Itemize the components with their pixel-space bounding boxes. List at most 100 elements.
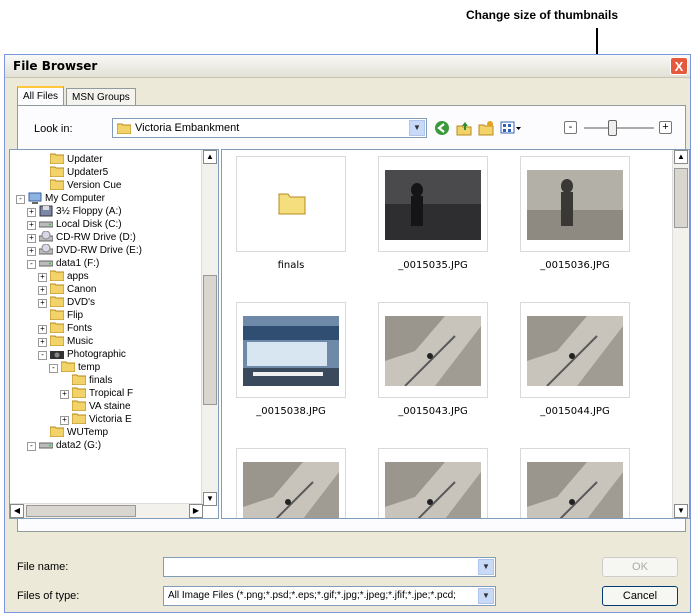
tree-item-label: apps [67, 271, 89, 282]
zoom-out-button[interactable]: - [564, 121, 577, 134]
collapse-icon[interactable]: - [27, 260, 36, 269]
back-icon[interactable] [434, 120, 450, 136]
tree-item-label: WUTemp [67, 427, 109, 438]
tree-horizontal-scrollbar[interactable]: ◀ ▶ [10, 503, 203, 518]
image-thumbnail[interactable] [378, 448, 488, 518]
window-title: File Browser [13, 59, 98, 73]
tree-item-label: data2 (G:) [56, 440, 102, 451]
thumbnail-frame [236, 156, 346, 252]
expand-icon[interactable]: + [38, 338, 47, 347]
chevron-down-icon[interactable]: ▼ [478, 588, 494, 604]
new-folder-icon[interactable] [478, 120, 494, 136]
collapse-icon[interactable]: - [49, 364, 58, 373]
image-thumbnail[interactable]: _0015038.JPG [236, 302, 346, 422]
thumbnail-frame [378, 448, 488, 518]
collapse-icon[interactable]: - [38, 351, 47, 360]
thumbnail-frame [378, 156, 488, 252]
thumbnail-label: _0015043.JPG [398, 406, 468, 417]
scroll-up-arrow[interactable]: ▲ [203, 150, 217, 164]
photo-preview [385, 316, 481, 389]
tree-item-label: Version Cue [67, 180, 122, 191]
image-thumbnail[interactable]: _0015036.JPG [520, 156, 630, 276]
photo-preview [527, 170, 623, 243]
image-thumbnail[interactable]: _0015044.JPG [520, 302, 630, 422]
expand-icon[interactable]: + [27, 208, 36, 217]
photo-preview [243, 316, 339, 389]
expand-icon[interactable]: + [60, 416, 69, 425]
folder-tree[interactable]: Updater Updater5 Version Cue - My Computer +3… [9, 149, 219, 519]
close-button[interactable]: X [670, 57, 688, 75]
expand-icon[interactable]: + [27, 221, 36, 230]
file-type-dropdown[interactable]: All Image Files (*.png;*.psd;*.eps;*.gif… [163, 586, 496, 606]
scroll-down-arrow[interactable]: ▼ [674, 504, 688, 518]
chevron-down-icon[interactable]: ▼ [478, 559, 494, 575]
collapse-icon[interactable]: - [16, 195, 25, 204]
thumbnail-label: _0015036.JPG [540, 260, 610, 271]
tree-item-label: VA staine [89, 401, 131, 412]
photo-preview [527, 462, 623, 518]
image-thumbnail[interactable] [520, 448, 630, 518]
scroll-thumb[interactable] [203, 275, 217, 405]
scroll-down-arrow[interactable]: ▼ [203, 492, 217, 506]
image-thumbnail[interactable]: _0015043.JPG [378, 302, 488, 422]
views-menu-icon[interactable] [500, 120, 522, 136]
tree-item-label: Updater [67, 154, 103, 165]
expand-icon[interactable]: + [38, 325, 47, 334]
expand-icon[interactable]: + [38, 286, 47, 295]
folder-icon [278, 193, 306, 215]
tree-item-label: temp [78, 362, 101, 373]
h-scroll-thumb[interactable] [26, 505, 136, 517]
scroll-up-arrow[interactable]: ▲ [674, 150, 688, 164]
collapse-icon[interactable]: - [27, 442, 36, 451]
zoom-in-button[interactable]: + [659, 121, 672, 134]
thumbnail-view[interactable]: finals _0015035.JPG _0015036.JPG _0015038.J… [221, 149, 690, 519]
chevron-down-icon[interactable]: ▼ [409, 120, 425, 136]
cancel-button[interactable]: Cancel [602, 586, 678, 606]
tree-item-label: data1 (F:) [56, 258, 100, 269]
expand-icon[interactable]: + [27, 234, 36, 243]
tree-item-label: My Computer [45, 193, 106, 204]
scroll-thumb[interactable] [674, 168, 688, 228]
tree-item-label: finals [89, 375, 113, 386]
slider-thumb[interactable] [608, 120, 617, 136]
tree-vertical-scrollbar[interactable]: ▲ ▼ [201, 150, 218, 506]
tab-all-files[interactable]: All Files [17, 86, 65, 106]
look-in-label: Look in: [34, 123, 73, 135]
file-name-input[interactable]: ▼ [163, 557, 496, 577]
file-name-label: File name: [17, 561, 69, 573]
photo-preview [243, 462, 339, 518]
file-type-label: Files of type: [17, 590, 80, 602]
look-in-value: Victoria Embankment [135, 122, 240, 134]
tab-strip: All Files MSN Groups [17, 86, 138, 106]
tree-item-label: Music [67, 336, 94, 347]
expand-icon[interactable]: + [38, 273, 47, 282]
thumbnail-frame [378, 302, 488, 398]
expand-icon[interactable]: + [27, 247, 36, 256]
thumbnail-vertical-scrollbar[interactable]: ▲ ▼ [672, 150, 689, 518]
thumbnail-size-slider[interactable] [584, 127, 654, 129]
image-thumbnail[interactable] [236, 448, 346, 518]
folder-thumbnail[interactable]: finals [236, 156, 346, 276]
thumbnail-frame [236, 448, 346, 518]
tree-item-label: Local Disk (C:) [56, 219, 122, 230]
file-type-value: All Image Files (*.png;*.psd;*.eps;*.gif… [168, 590, 456, 601]
thumbnail-label: finals [277, 260, 305, 271]
tab-msn-groups[interactable]: MSN Groups [66, 88, 136, 106]
file-browser-window: File Browser X All Files MSN Groups Look… [4, 54, 691, 613]
tree-item-label: Updater5 [67, 167, 109, 178]
thumbnail-label: _0015044.JPG [540, 406, 610, 417]
scroll-left-arrow[interactable]: ◀ [10, 504, 24, 518]
thumbnail-frame [236, 302, 346, 398]
image-thumbnail[interactable]: _0015035.JPG [378, 156, 488, 276]
photo-preview [527, 316, 623, 389]
look-in-dropdown[interactable]: Victoria Embankment ▼ [112, 118, 427, 138]
photo-preview [385, 462, 481, 518]
thumbnail-frame [520, 302, 630, 398]
ok-button[interactable]: OK [602, 557, 678, 577]
expand-icon[interactable]: + [38, 299, 47, 308]
expand-icon[interactable]: + [60, 390, 69, 399]
thumbnail-frame [520, 448, 630, 518]
scroll-right-arrow[interactable]: ▶ [189, 504, 203, 518]
tree-item-label: DVD's [67, 297, 96, 308]
up-folder-icon[interactable] [456, 120, 472, 136]
